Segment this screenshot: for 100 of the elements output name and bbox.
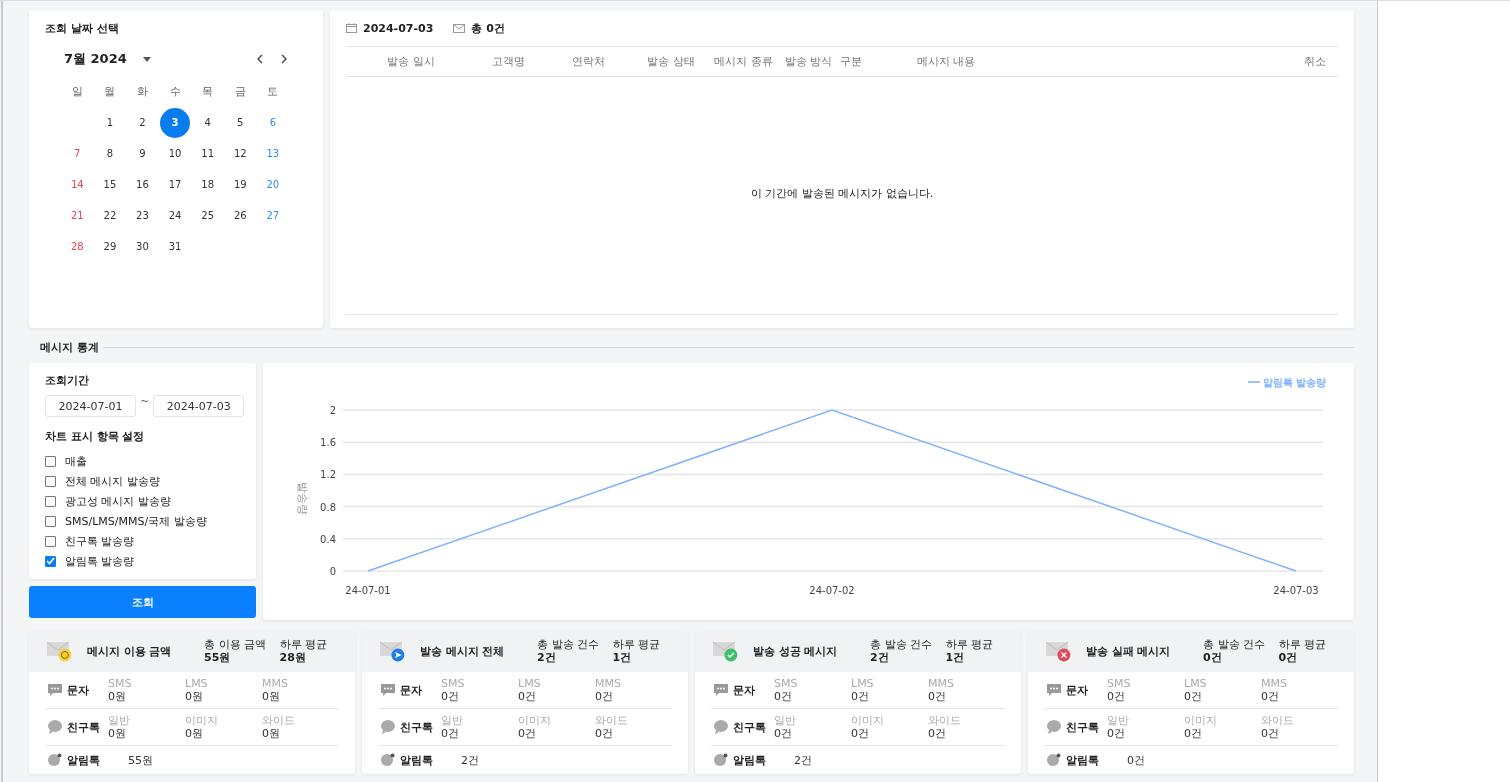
cell-value: 0건 xyxy=(518,690,537,703)
summary-value: 28원 xyxy=(279,651,307,664)
checkbox[interactable] xyxy=(45,495,56,507)
cell-label: MMS xyxy=(928,677,955,690)
cell-label: LMS xyxy=(1184,677,1208,690)
calendar-day[interactable]: 31 xyxy=(160,231,191,262)
y-tick-label: 0 xyxy=(329,566,336,577)
calendar-day[interactable]: 26 xyxy=(225,200,256,231)
y-tick-label: 1.6 xyxy=(320,437,336,449)
checkbox-label: 광고성 메시지 발송량 xyxy=(65,493,171,509)
weekday-label: 일 xyxy=(70,84,84,100)
calendar-day[interactable]: 22 xyxy=(94,200,125,231)
cell-label: 일반 xyxy=(774,714,797,727)
column-header: 발송 일시 xyxy=(386,54,436,69)
month-dropdown[interactable]: 7월 2024 xyxy=(64,50,151,68)
calendar-day[interactable]: 1 xyxy=(94,107,125,138)
checkbox[interactable] xyxy=(45,535,56,547)
cell-value: 0원 xyxy=(262,690,281,703)
summary-label: 하루 평균 xyxy=(945,638,994,651)
row-label: 친구톡 xyxy=(1066,719,1099,735)
checkbox[interactable] xyxy=(45,475,56,487)
chat-bubble-icon xyxy=(714,753,728,767)
envelope-icon xyxy=(453,23,466,33)
calendar-day[interactable]: 23 xyxy=(127,200,158,231)
calendar-day[interactable]: 28 xyxy=(62,231,93,262)
chat-bubble-icon xyxy=(48,753,62,767)
checkbox-label: 매출 xyxy=(65,453,87,469)
calendar-day[interactable]: 14 xyxy=(62,169,93,200)
cell-label: SMS xyxy=(774,677,799,690)
cell-value: 0건 xyxy=(774,690,793,703)
cell-label: MMS xyxy=(1261,677,1288,690)
calendar-day[interactable]: 7 xyxy=(62,138,93,169)
cell-value: 0원 xyxy=(185,690,204,703)
calendar-day[interactable]: 12 xyxy=(225,138,256,169)
x-tick-label: 24-07-03 xyxy=(1273,585,1319,596)
cell-label: 이미지 xyxy=(1184,714,1218,727)
calendar-day[interactable]: 2 xyxy=(127,107,158,138)
summary-value: 2건 xyxy=(870,651,890,664)
calendar-day[interactable]: 8 xyxy=(94,138,125,169)
cell-value: 0건 xyxy=(1261,727,1280,740)
cell-label: MMS xyxy=(262,677,289,690)
column-header: 발송 상태 xyxy=(646,54,696,69)
summary-label: 총 발송 건수 xyxy=(870,638,934,651)
calendar-day[interactable]: 15 xyxy=(94,169,125,200)
row-label: 알림톡 xyxy=(67,752,100,768)
calendar-day[interactable]: 5 xyxy=(225,107,256,138)
calendar-day[interactable]: 9 xyxy=(127,138,158,169)
cell-label: 이미지 xyxy=(851,714,885,727)
checkbox-label: 친구톡 발송량 xyxy=(65,533,135,549)
column-header: 취소 xyxy=(1303,54,1327,69)
calendar-day[interactable]: 6 xyxy=(257,107,288,138)
calendar-day[interactable]: 10 xyxy=(160,138,191,169)
calendar-day[interactable]: 16 xyxy=(127,169,158,200)
calendar-icon xyxy=(346,23,357,33)
checkbox[interactable] xyxy=(45,515,56,527)
search-button[interactable]: 조회 xyxy=(29,586,256,618)
calendar-day[interactable]: 30 xyxy=(127,231,158,262)
calendar-day[interactable]: 18 xyxy=(192,169,223,200)
chat-bubble-icon xyxy=(48,720,62,734)
calendar-day[interactable]: 11 xyxy=(192,138,223,169)
calendar-day[interactable]: 24 xyxy=(160,200,191,231)
end-date-field[interactable]: 2024-07-03 xyxy=(153,395,245,417)
calendar-day[interactable]: 3 xyxy=(160,107,191,138)
column-header: 발송 방식 xyxy=(783,54,834,69)
row-label: 친구톡 xyxy=(67,719,100,735)
checkbox[interactable] xyxy=(45,455,56,467)
cell-label: 이미지 xyxy=(518,714,552,727)
calendar-day[interactable]: 21 xyxy=(62,200,93,231)
row-label: 알림톡 xyxy=(400,752,433,768)
cell-value: 2건 xyxy=(794,753,813,767)
calendar-day[interactable]: 17 xyxy=(160,169,191,200)
column-header: 메시지 종류 xyxy=(713,54,774,69)
cell-label: LMS xyxy=(851,677,875,690)
chat-bubble-icon xyxy=(1047,753,1061,767)
calendar-day[interactable]: 4 xyxy=(192,107,223,138)
cell-label: MMS xyxy=(595,677,622,690)
checkbox-label: SMS/LMS/MMS/국제 발송량 xyxy=(65,513,207,529)
calendar-day[interactable]: 19 xyxy=(225,169,256,200)
calendar-day[interactable]: 29 xyxy=(94,231,125,262)
y-tick-label: 0.8 xyxy=(320,501,336,513)
cell-value: 0원 xyxy=(185,727,204,740)
selected-date: 2024-07-03 xyxy=(363,21,434,35)
cell-value: 0건 xyxy=(1107,690,1126,703)
cell-value: 0건 xyxy=(1184,690,1203,703)
summary-label: 하루 평균 xyxy=(279,638,328,651)
cell-value: 0건 xyxy=(441,690,460,703)
column-header: 고객명 xyxy=(491,54,526,69)
cell-label: LMS xyxy=(518,677,542,690)
calendar-day[interactable]: 25 xyxy=(192,200,223,231)
start-date-field[interactable]: 2024-07-01 xyxy=(45,395,136,417)
envelope-badge-icon xyxy=(1046,640,1072,662)
row-label: 알림톡 xyxy=(1066,752,1099,768)
row-label: 친구톡 xyxy=(400,719,433,735)
summary-value: 0건 xyxy=(1203,651,1223,664)
message-icon xyxy=(714,684,728,696)
calendar-title: 조회 날짜 선택 xyxy=(45,21,120,36)
checkbox-label: 전체 메시지 발송량 xyxy=(65,473,160,489)
y-axis-label: 발송량 xyxy=(296,481,309,515)
legend-label: 알림톡 발송량 xyxy=(1263,377,1327,388)
checkbox[interactable] xyxy=(45,555,56,567)
